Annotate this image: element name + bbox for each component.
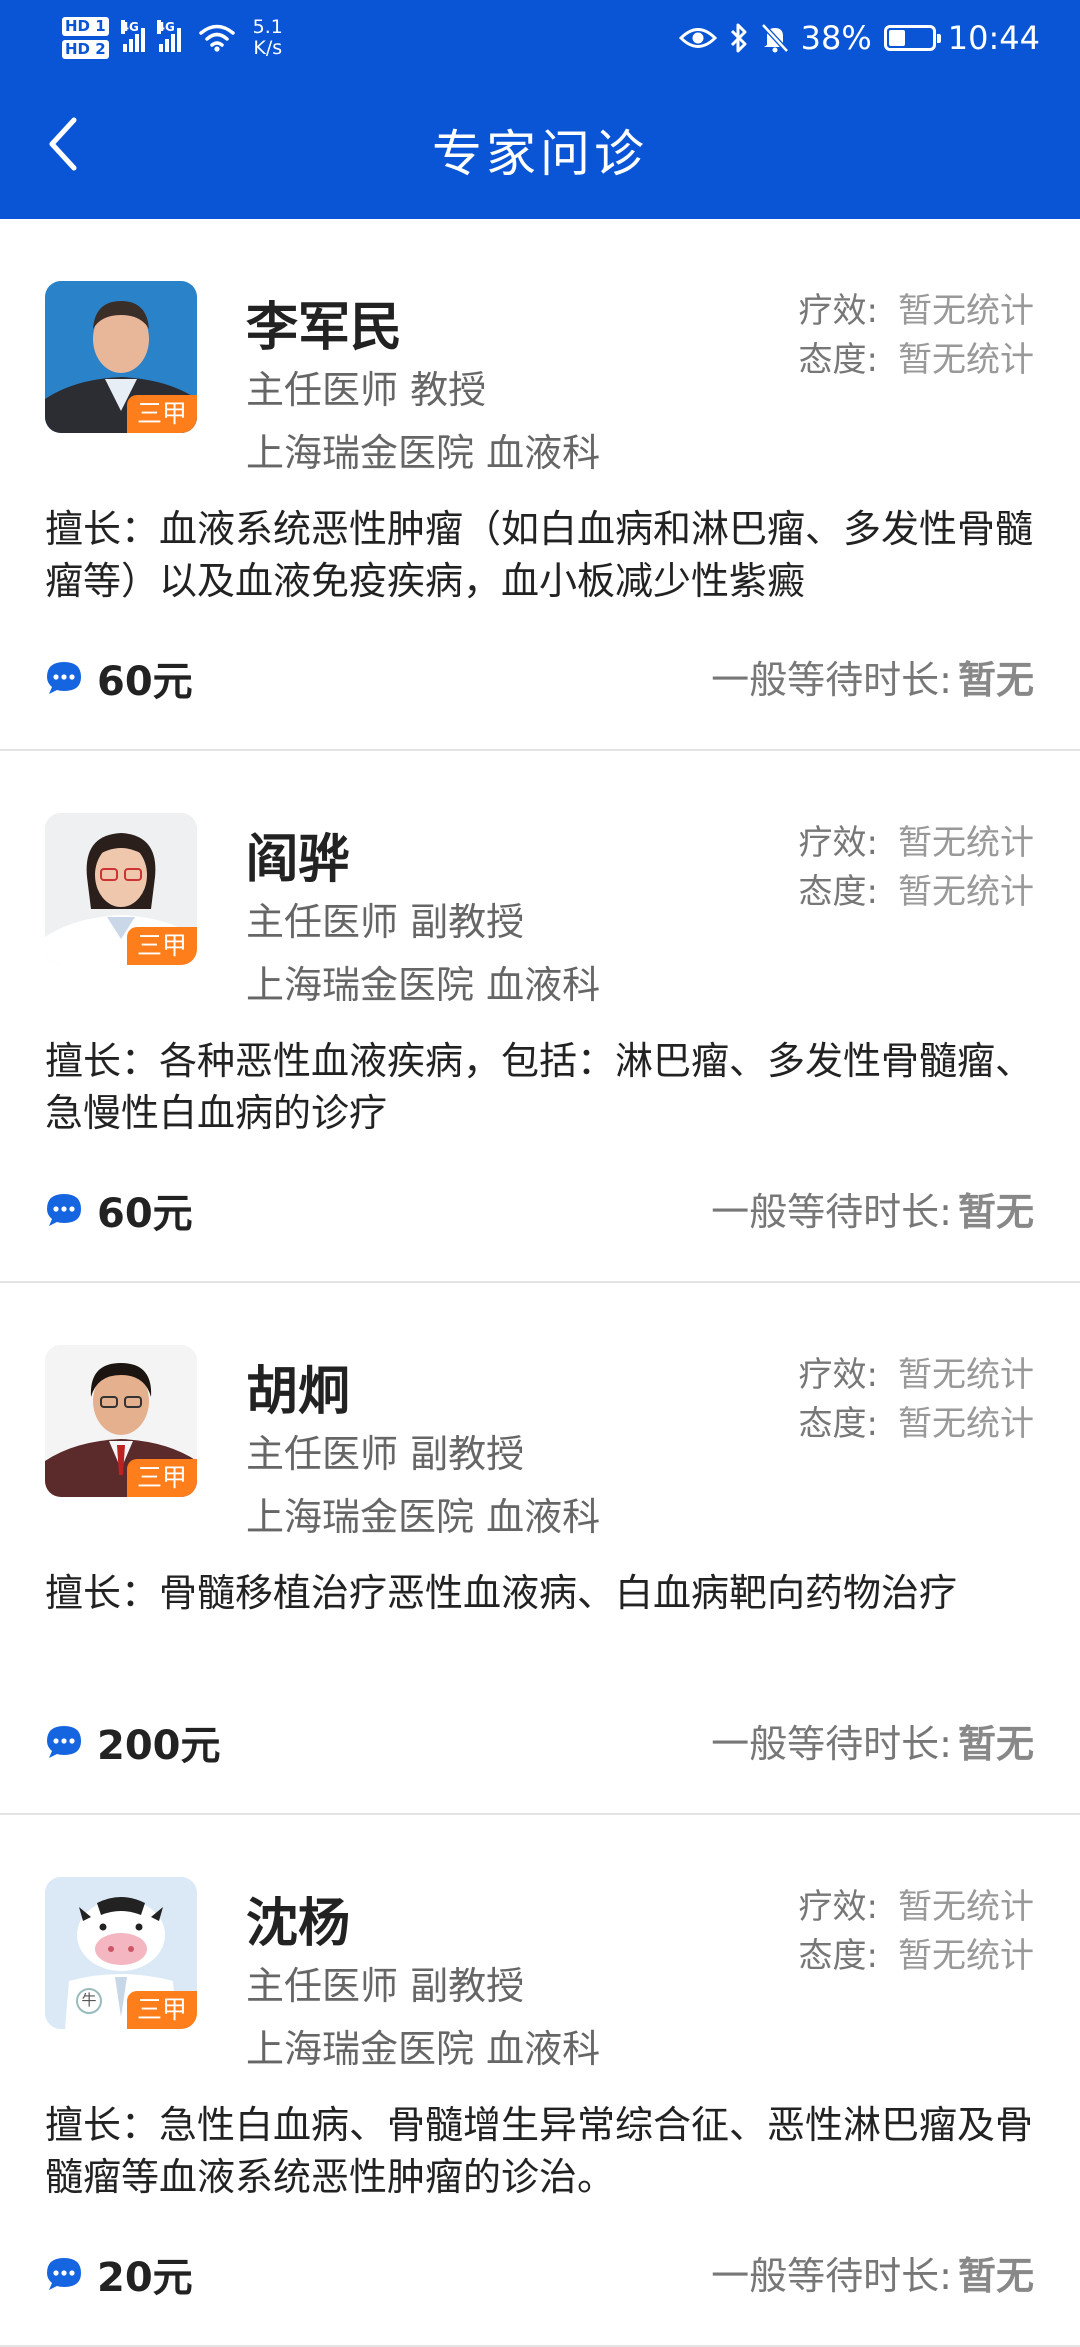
wifi-icon — [198, 24, 235, 52]
wait-label: 一般等待时长: — [711, 1722, 952, 1766]
doctor-stats: 疗效: 暂无统计 态度: 暂无统计 — [799, 1351, 1034, 1449]
consult-price: 60元 — [45, 649, 193, 707]
clock: 10:44 — [947, 19, 1040, 57]
attitude-value: 暂无统计 — [898, 1404, 1034, 1444]
network-type-label-2: 4G — [156, 20, 175, 34]
battery-fill — [888, 30, 905, 46]
hospital-grade-tag: 三甲 — [127, 927, 197, 965]
eye-icon — [678, 28, 717, 48]
doctor-title: 主任医师 副教授 — [246, 1432, 525, 1476]
efficacy-label: 疗效: — [798, 291, 878, 331]
consult-price: 60元 — [45, 1181, 193, 1239]
doctor-hospital: 上海瑞金医院 血液科 — [246, 431, 601, 475]
signal-icon: 4G — [120, 20, 145, 52]
wait-label: 一般等待时长: — [711, 2254, 952, 2298]
doctor-name: 沈杨 — [246, 1894, 351, 1954]
wait-value: 暂无 — [957, 1190, 1034, 1234]
doctor-stats: 疗效: 暂无统计 态度: 暂无统计 — [799, 287, 1034, 385]
attitude-label: 态度: — [798, 1936, 878, 1976]
wait-label: 一般等待时长: — [711, 1190, 952, 1234]
efficacy-value: 暂无统计 — [898, 823, 1034, 863]
efficacy-value: 暂无统计 — [898, 1355, 1034, 1395]
doctor-card[interactable]: 三甲 李军民 主任医师 教授 上海瑞金医院 血液科 疗效: 暂无统计 态度: 暂无统… — [0, 219, 1080, 751]
hd2-badge: HD 2 — [62, 40, 109, 59]
attitude-value: 暂无统计 — [898, 872, 1034, 912]
price-value: 60元 — [97, 659, 193, 705]
status-right: 38% 10:44 — [678, 14, 1040, 62]
bluetooth-icon — [730, 23, 747, 53]
network-type-label: 4G — [120, 20, 139, 34]
price-value: 200元 — [97, 1723, 221, 1769]
doctor-specialty: 擅长：骨髓移植治疗恶性血液病、白血病靶向药物治疗 — [45, 1571, 958, 1615]
hd-indicators: HD 1 HD 2 — [62, 17, 109, 59]
doctor-hospital: 上海瑞金医院 血液科 — [246, 963, 601, 1007]
doctor-avatar: 三甲 — [45, 813, 197, 965]
page-title: 专家问诊 — [432, 125, 648, 183]
signal-icon-2: 4G — [156, 20, 181, 52]
wait-time: 一般等待时长: 暂无 — [711, 649, 1034, 704]
hospital-grade-tag: 三甲 — [127, 395, 197, 433]
battery-percent: 38% — [800, 19, 872, 57]
doctor-avatar: 牛 三甲 — [45, 1877, 197, 2029]
doctor-name: 胡炯 — [246, 1362, 351, 1422]
efficacy-label: 疗效: — [798, 823, 878, 863]
doctor-specialty: 擅长：急性白血病、骨髓增生异常综合征、恶性淋巴瘤及骨髓瘤等血液系统恶性肿瘤的诊治… — [45, 2103, 1034, 2199]
doctor-stats: 疗效: 暂无统计 态度: 暂无统计 — [799, 819, 1034, 917]
wait-value: 暂无 — [957, 1722, 1034, 1766]
doctor-avatar: 三甲 — [45, 1345, 197, 1497]
doctor-specialty: 擅长：各种恶性血液疾病，包括：淋巴瘤、多发性骨髓瘤、急慢性白血病的诊疗 — [45, 1039, 1034, 1135]
price-value: 60元 — [97, 1191, 193, 1237]
attitude-value: 暂无统计 — [898, 1936, 1034, 1976]
doctor-hospital: 上海瑞金医院 血液科 — [246, 1495, 601, 1539]
app-header: HD 1 HD 2 4G 4G 5.1 K/s 38% 10:44 专家问诊 — [0, 0, 1080, 219]
efficacy-value: 暂无统计 — [898, 1887, 1034, 1927]
efficacy-label: 疗效: — [798, 1887, 878, 1927]
doctor-name: 阎骅 — [246, 830, 351, 890]
doctor-stats: 疗效: 暂无统计 态度: 暂无统计 — [799, 1883, 1034, 1981]
attitude-value: 暂无统计 — [898, 340, 1034, 380]
consult-price: 20元 — [45, 2245, 193, 2303]
speed-value: 5.1 — [252, 16, 283, 38]
chat-bubble-icon — [47, 662, 81, 694]
wait-time: 一般等待时长: 暂无 — [711, 2245, 1034, 2300]
bell-off-icon — [760, 23, 789, 53]
hospital-grade-tag: 三甲 — [127, 1459, 197, 1497]
doctor-title: 主任医师 教授 — [246, 368, 487, 412]
efficacy-value: 暂无统计 — [898, 291, 1034, 331]
doctor-card[interactable]: 牛 三甲 沈杨 主任医师 副教授 上海瑞金医院 血液科 疗效: 暂无统计 态度: 暂… — [0, 1815, 1080, 2347]
chat-bubble-icon — [47, 1194, 81, 1226]
doctor-card[interactable]: 三甲 胡炯 主任医师 副教授 上海瑞金医院 血液科 疗效: 暂无统计 态度: 暂无统… — [0, 1283, 1080, 1815]
doctor-name: 李军民 — [246, 298, 403, 358]
doctor-card[interactable]: 三甲 阎骅 主任医师 副教授 上海瑞金医院 血液科 疗效: 暂无统计 态度: 暂无统… — [0, 751, 1080, 1283]
status-bar: HD 1 HD 2 4G 4G 5.1 K/s 38% 10:44 — [0, 0, 1080, 70]
wait-time: 一般等待时长: 暂无 — [711, 1713, 1034, 1768]
wait-label: 一般等待时长: — [711, 658, 952, 702]
consult-price: 200元 — [45, 1713, 221, 1771]
doctor-specialty: 擅长：血液系统恶性肿瘤（如白血病和淋巴瘤、多发性骨髓瘤等）以及血液免疫疾病，血小… — [45, 507, 1034, 603]
title-bar: 专家问诊 — [0, 70, 1080, 219]
network-speed: 5.1 K/s — [253, 17, 283, 59]
attitude-label: 态度: — [798, 340, 878, 380]
attitude-label: 态度: — [798, 872, 878, 912]
doctor-list: 三甲 李军民 主任医师 教授 上海瑞金医院 血液科 疗效: 暂无统计 态度: 暂无统… — [0, 219, 1080, 2347]
doctor-title: 主任医师 副教授 — [246, 900, 525, 944]
battery-icon — [883, 25, 941, 51]
chat-bubble-icon — [47, 2258, 81, 2290]
status-left: HD 1 HD 2 4G 4G 5.1 K/s — [62, 10, 283, 66]
doctor-hospital: 上海瑞金医院 血液科 — [246, 2027, 601, 2071]
doctor-title: 主任医师 副教授 — [246, 1964, 525, 2008]
doctor-avatar: 三甲 — [45, 281, 197, 433]
hospital-grade-tag: 三甲 — [127, 1991, 197, 2029]
wait-value: 暂无 — [957, 658, 1034, 702]
wait-value: 暂无 — [957, 2254, 1034, 2298]
price-value: 20元 — [97, 2255, 193, 2301]
efficacy-label: 疗效: — [798, 1355, 878, 1395]
wait-time: 一般等待时长: 暂无 — [711, 1181, 1034, 1236]
speed-unit: K/s — [253, 37, 283, 59]
chat-bubble-icon — [47, 1726, 81, 1758]
attitude-label: 态度: — [798, 1404, 878, 1444]
avatar-badge: 牛 — [81, 1991, 97, 2009]
hd1-badge: HD 1 — [62, 17, 109, 36]
